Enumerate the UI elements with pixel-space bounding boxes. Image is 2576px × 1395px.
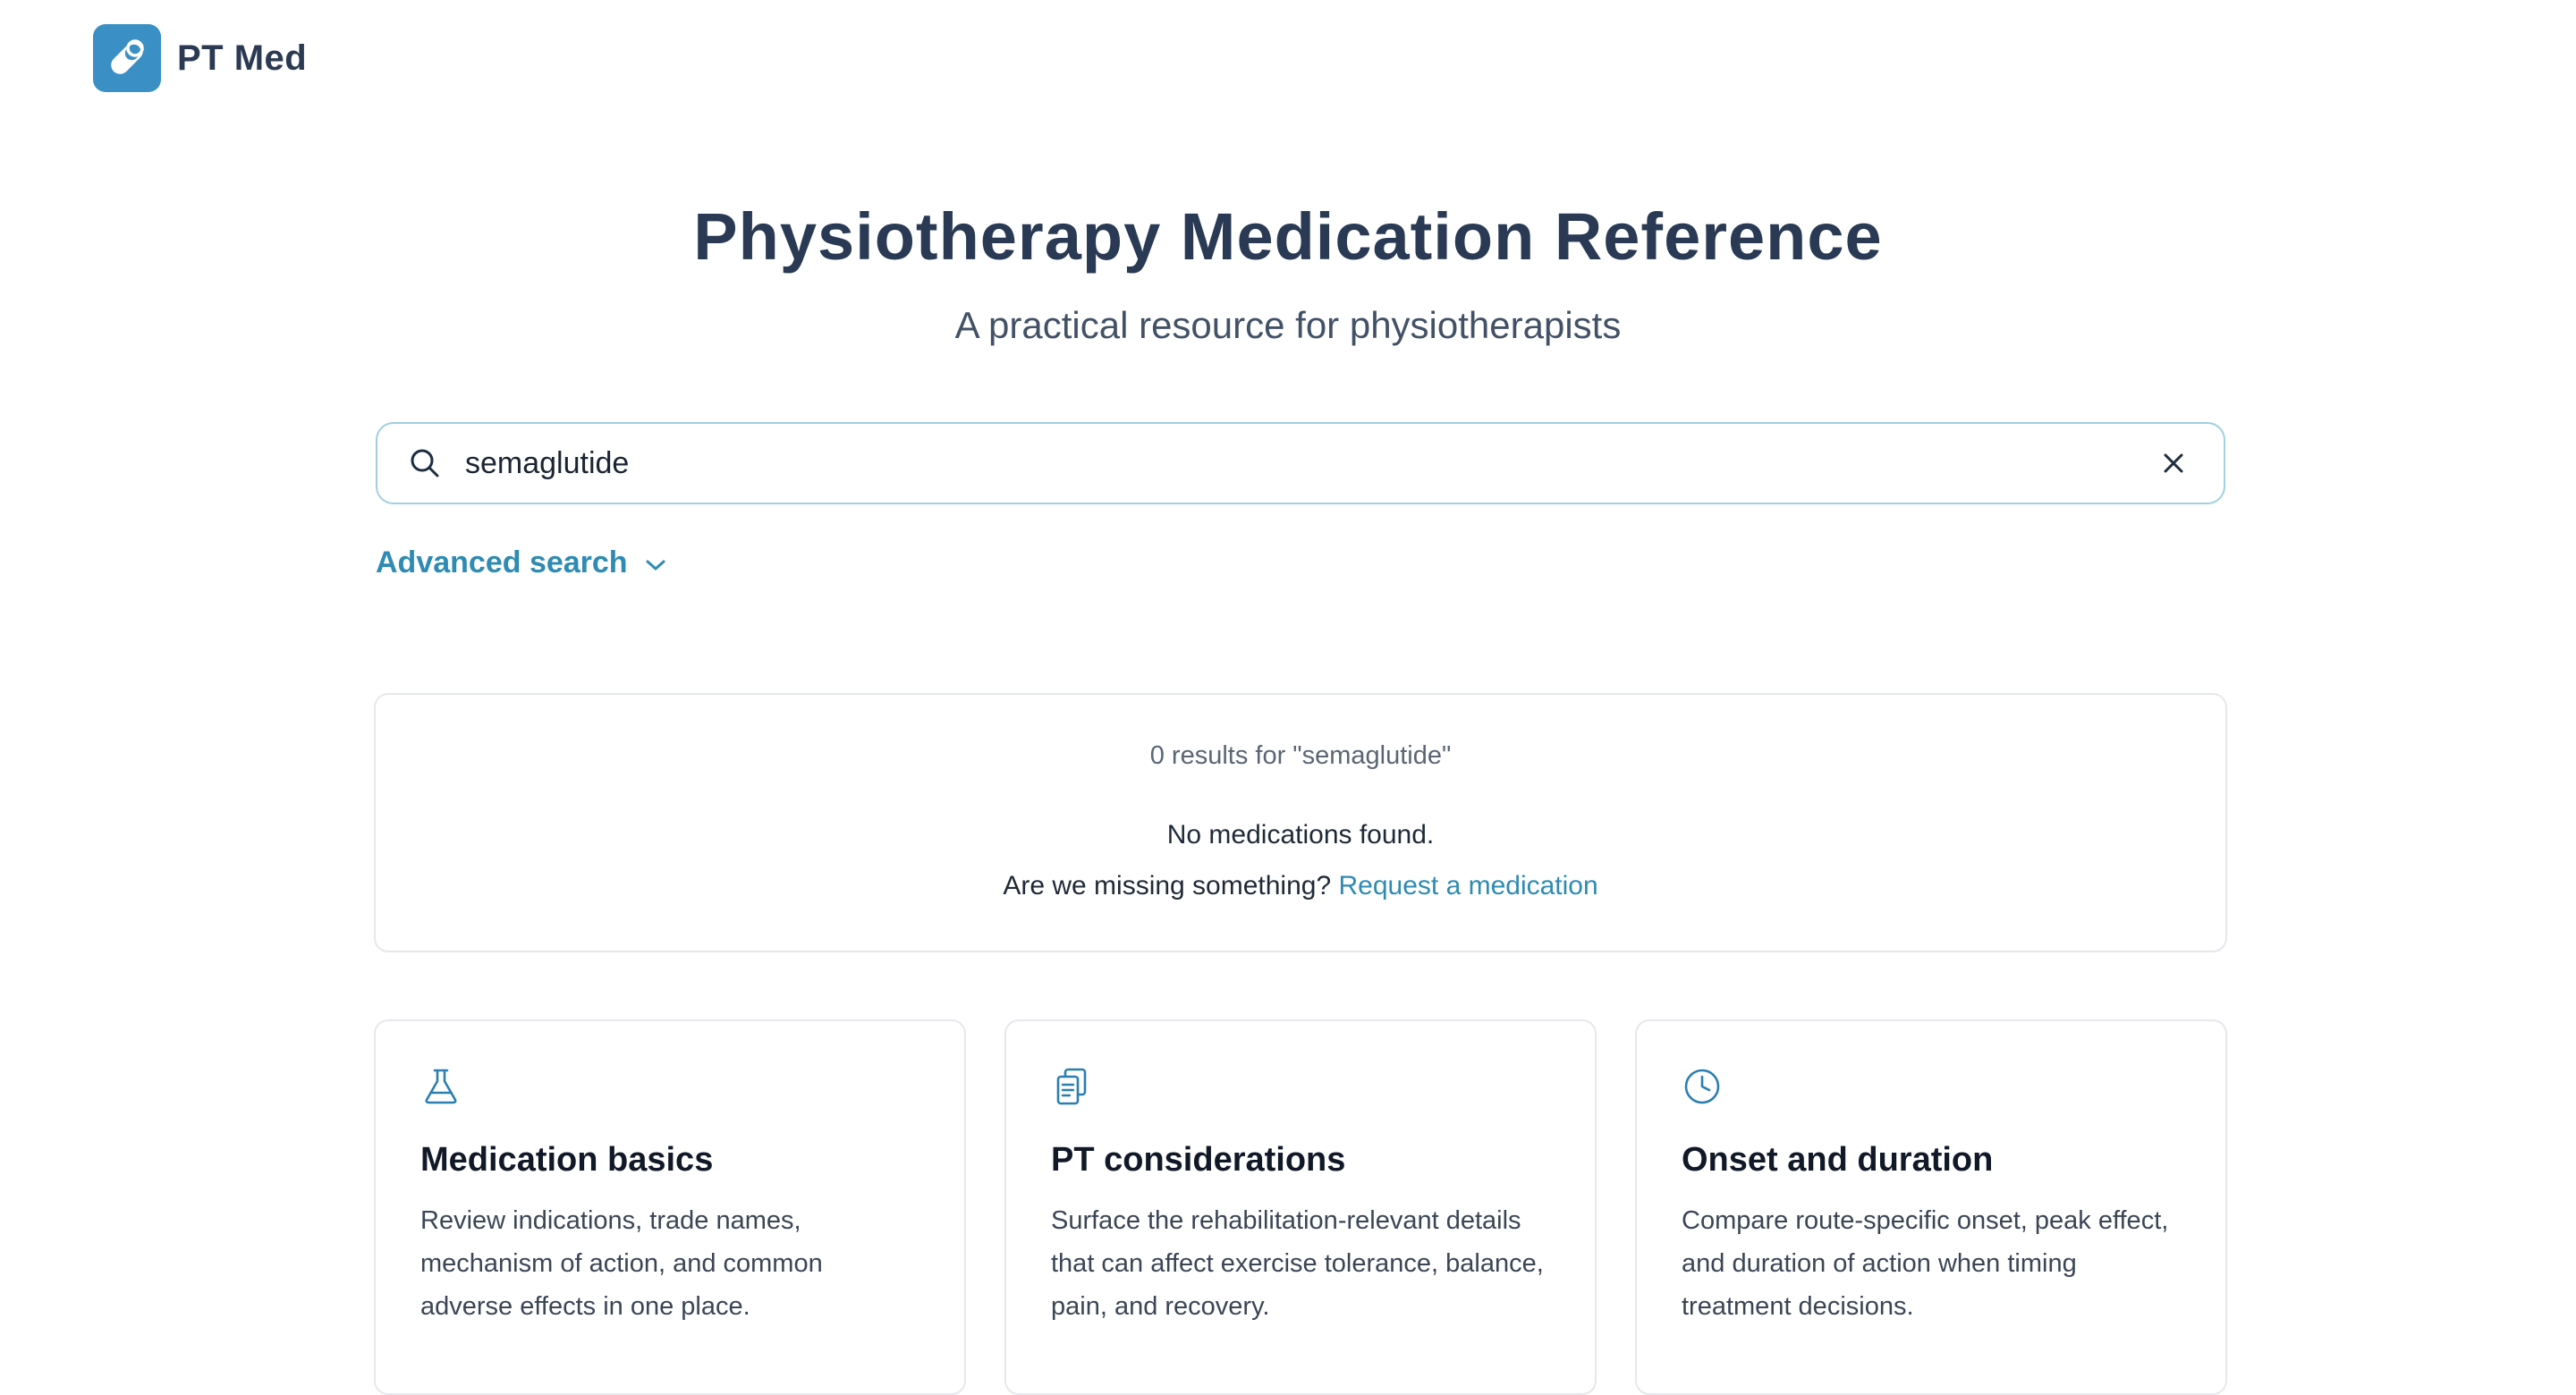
request-medication-link[interactable]: Request a medication bbox=[1339, 871, 1598, 900]
search-box[interactable] bbox=[376, 422, 2225, 504]
missing-prompt-text: Are we missing something? bbox=[1003, 871, 1332, 900]
feature-cards: Medication basics Review indications, tr… bbox=[374, 1019, 2227, 1395]
card-body: Review indications, trade names, mechani… bbox=[420, 1206, 823, 1321]
card-body: Compare route-specific onset, peak effec… bbox=[1682, 1206, 2169, 1321]
feature-card-onset-duration: Onset and duration Compare route-specifi… bbox=[1635, 1019, 2227, 1395]
clock-icon bbox=[1682, 1064, 1726, 1109]
feature-card-medication-basics: Medication basics Review indications, tr… bbox=[374, 1019, 966, 1395]
results-count: 0 results for "semaglutide" bbox=[1149, 741, 1452, 770]
clipboard-icon bbox=[1051, 1064, 1096, 1109]
chevron-down-icon bbox=[644, 558, 667, 572]
flask-icon bbox=[420, 1064, 465, 1109]
page-title: Physiotherapy Medication Reference bbox=[693, 199, 1883, 274]
missing-prompt: Are we missing something? Request a medi… bbox=[376, 871, 2225, 901]
results-panel: 0 results for "semaglutide" No medicatio… bbox=[374, 693, 2227, 952]
card-title: Onset and duration bbox=[1682, 1141, 1994, 1179]
feature-card-pt-considerations: PT considerations Surface the rehabilita… bbox=[1004, 1019, 1597, 1395]
card-body: Surface the rehabilitation-relevant deta… bbox=[1051, 1206, 1544, 1321]
card-title: Medication basics bbox=[420, 1141, 714, 1179]
card-title: PT considerations bbox=[1051, 1141, 1346, 1179]
brand-name[interactable]: PT Med bbox=[177, 38, 307, 79]
advanced-search-toggle[interactable]: Advanced search bbox=[376, 545, 667, 580]
advanced-search-label: Advanced search bbox=[376, 545, 628, 579]
search-input[interactable] bbox=[463, 444, 2148, 482]
page-subtitle: A practical resource for physiotherapist… bbox=[954, 304, 1622, 346]
empty-state-message: No medications found. bbox=[1166, 820, 1435, 850]
close-icon[interactable] bbox=[2148, 438, 2199, 488]
app-header: PT Med bbox=[93, 23, 307, 93]
search-icon bbox=[404, 443, 445, 484]
pill-icon[interactable] bbox=[93, 24, 161, 92]
